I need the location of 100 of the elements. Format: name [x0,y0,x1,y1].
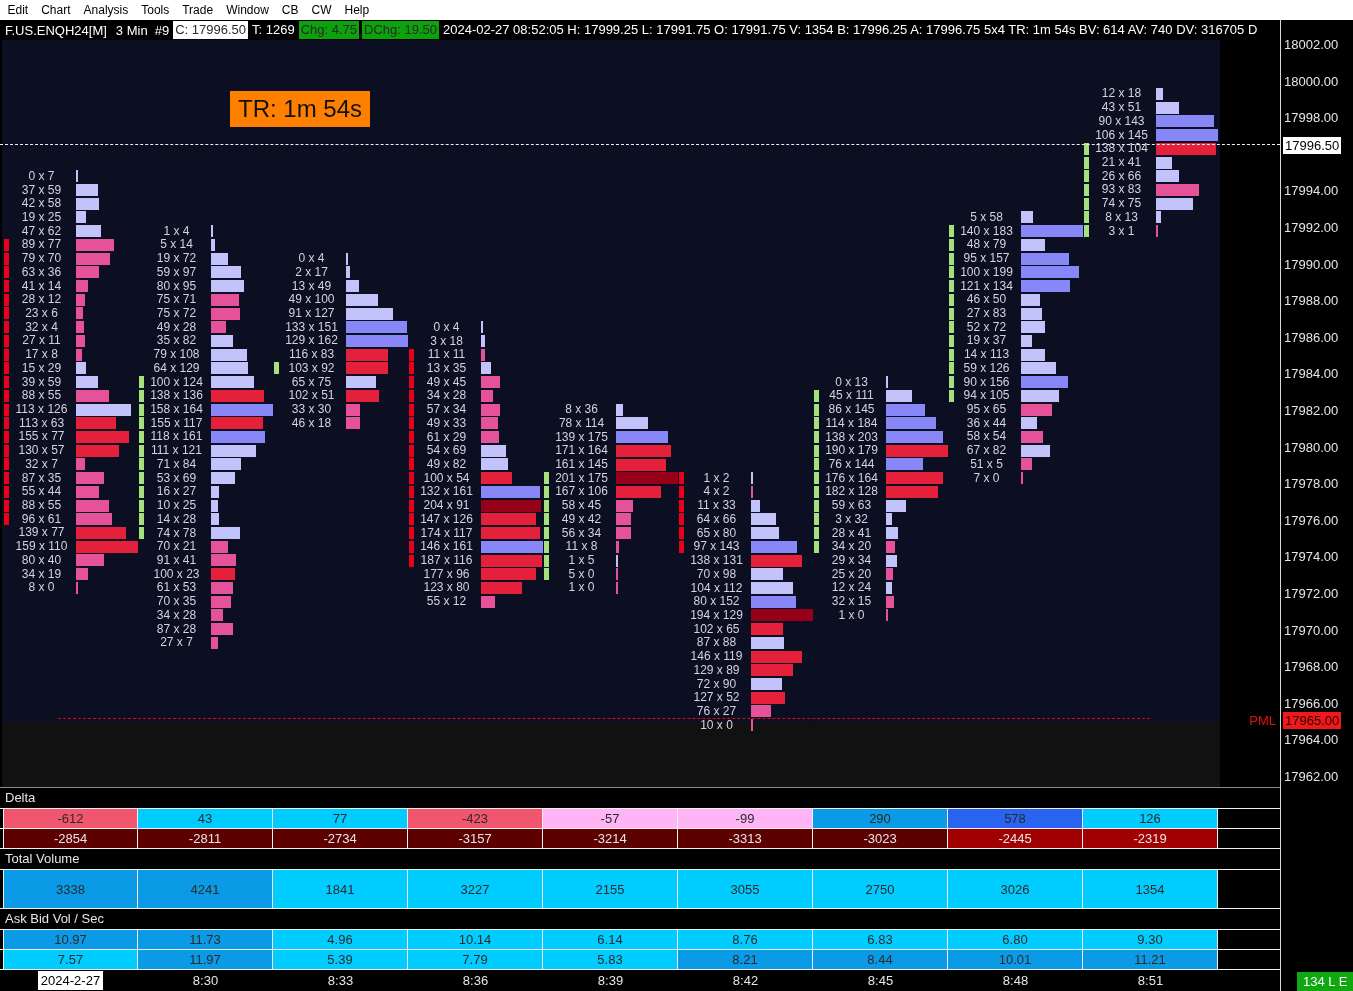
menu-item[interactable]: Edit [1,2,35,18]
price-axis-label: 17992.00 [1284,220,1339,236]
bid-ask-label: 28 x 41 [831,526,872,540]
delta-cell: -2319 [1083,829,1218,848]
rate-cell: 7.57 [3,950,138,969]
delta-cell: -423 [408,809,543,828]
bid-ask-label: 90 x 156 [963,375,1010,389]
bid-ask-label: 49 x 45 [426,375,467,389]
bid-ask-label: 41 x 14 [21,279,62,293]
bid-ask-label: 100 x 124 [150,375,203,389]
interval-label: 3 Min [115,22,148,38]
rate-cell: 6.14 [543,930,678,949]
bid-ask-label: 76 x 144 [828,458,875,471]
bid-ask-label: 103 x 92 [288,361,335,375]
rate-cell: 5.83 [543,950,678,969]
bid-ask-label: 59 x 126 [963,361,1010,375]
bid-ask-label: 113 x 126 [15,403,68,416]
bid-ask-label: 100 x 23 [153,567,200,581]
quote-field: Chg: 4.75 [298,21,359,39]
rate-cell: 8.76 [678,930,813,949]
bid-ask-label: 14 x 28 [156,512,197,526]
bid-ask-label: 70 x 35 [156,595,197,609]
quote-field: C: 17996.50 [173,21,248,39]
bid-ask-label: 65 x 80 [696,526,737,540]
bid-ask-label: 11 x 11 [427,348,466,362]
bid-ask-label: 106 x 145 [1095,128,1148,142]
bid-ask-label: 80 x 40 [21,553,62,567]
quote-field: DChg: 19.50 [362,21,439,39]
delta-cell: 43 [138,809,273,828]
delta-cell: -3157 [408,829,543,848]
menu-item[interactable]: CB [275,2,305,18]
volume-cell: 3026 [948,870,1083,908]
bid-ask-label: 159 x 110 [15,540,68,554]
rate-cell: 11.97 [138,950,273,969]
bid-ask-label: 174 x 117 [420,526,473,540]
rate-cell: 11.73 [138,930,273,949]
bid-ask-label: 53 x 69 [156,471,197,485]
bid-ask-label: 158 x 164 [150,403,203,417]
time-label: 8:48 [1002,972,1029,990]
bid-ask-label: 176 x 164 [825,471,878,485]
bid-ask-label: 118 x 161 [150,430,203,444]
rate-cell: 10.14 [408,930,543,949]
bid-ask-label: 35 x 82 [156,334,197,348]
time-label: 8:45 [867,972,894,990]
bid-ask-label: 187 x 116 [420,554,473,567]
bid-ask-label: 19 x 72 [156,252,197,266]
time-label: 8:36 [462,972,489,990]
bid-ask-label: 52 x 72 [966,320,1007,334]
bid-ask-label: 27 x 11 [22,334,61,348]
bid-ask-label: 140 x 183 [960,224,1013,238]
delta-cell: -2445 [948,829,1083,848]
symbol-label: F.US.ENQH24[M] [5,22,107,38]
menu-item[interactable]: Analysis [77,2,135,18]
delta-cell: -57 [543,809,678,828]
bid-ask-label: 46 x 50 [966,293,1007,307]
price-axis-label: 17980.00 [1284,439,1339,456]
rate-cell: 8.21 [678,950,813,969]
menu-item[interactable]: Chart [34,2,78,18]
volume-cell: 1841 [273,870,408,908]
delta-cell: 290 [813,809,948,828]
delta-cell: -99 [678,809,813,828]
bid-ask-label: 204 x 91 [423,499,470,513]
bid-ask-label: 182 x 128 [825,485,878,499]
price-axis-label: 17966.00 [1284,695,1339,712]
volume-cell: 3227 [408,870,543,908]
bid-ask-label: 64 x 129 [153,361,200,375]
bid-ask-label: 79 x 108 [153,348,200,362]
bid-ask-label: 95 x 65 [966,403,1007,417]
bid-ask-label: 49 x 82 [426,457,467,471]
menu-item[interactable]: Window [219,2,276,18]
bid-ask-label: 0 x 4 [298,252,325,266]
rate-cell: 6.80 [948,930,1083,949]
bid-ask-label: 7 x 0 [973,471,1000,485]
bid-ask-label: 147 x 126 [420,512,473,526]
menu-item[interactable]: CW [305,2,338,18]
rate-cell: 5.39 [273,950,408,969]
rate-cell: 7.79 [408,950,543,969]
bid-ask-label: 74 x 75 [1101,197,1142,211]
bid-ask-label: 100 x 199 [960,265,1013,279]
bid-ask-label: 10 x 0 [700,718,733,732]
bid-ask-label: 177 x 96 [423,567,470,581]
rate-cell: 6.83 [813,930,948,949]
bid-ask-label: 167 x 106 [555,485,608,499]
bid-ask-label: 111 x 121 [151,444,202,458]
bid-ask-label: 1 x 4 [163,224,190,238]
bid-ask-label: 123 x 80 [423,581,470,595]
bid-ask-label: 146 x 119 [690,650,743,664]
menu-item[interactable]: Trade [175,2,220,18]
menu-item[interactable]: Help [338,2,376,18]
bid-ask-label: 37 x 59 [21,183,62,197]
bid-ask-label: 80 x 95 [156,279,197,293]
delta-cell: 126 [1083,809,1218,828]
bid-ask-label: 130 x 57 [18,444,65,458]
bid-ask-label: 48 x 79 [966,238,1007,252]
bid-ask-label: 11 x 33 [697,499,736,513]
menu-item[interactable]: Tools [134,2,176,18]
price-axis-label: 17964.00 [1284,732,1339,749]
panel-title: Ask Bid Vol / Sec [4,910,105,928]
bid-ask-label: 25 x 20 [831,567,872,581]
bid-ask-label: 8 x 13 [1105,210,1138,224]
